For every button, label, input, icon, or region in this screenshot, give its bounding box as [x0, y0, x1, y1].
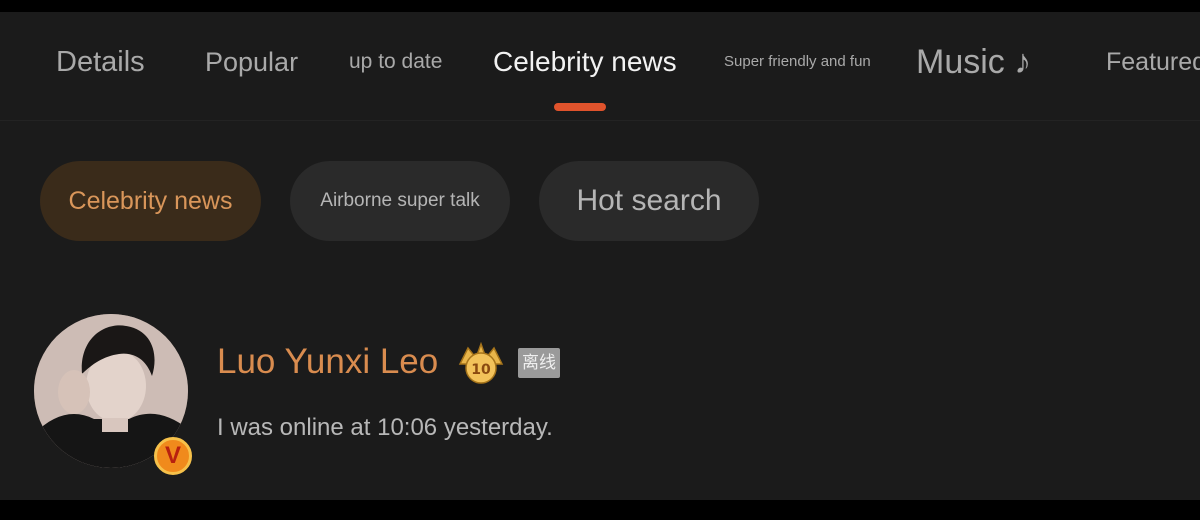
- verified-v-icon: V: [154, 437, 192, 475]
- top-tab-bar: Details Popular up to date Celebrity new…: [0, 12, 1200, 121]
- chip-label: Hot search: [576, 184, 722, 217]
- chip-celebrity-news[interactable]: Celebrity news: [40, 161, 261, 241]
- chip-label: Celebrity news: [68, 186, 233, 215]
- last-online-text: I was online at 10:06 yesterday.: [217, 414, 553, 441]
- tab-featured[interactable]: Featured: [1106, 42, 1200, 82]
- chip-airborne-super-talk[interactable]: Airborne super talk: [290, 161, 510, 241]
- app-frame: Details Popular up to date Celebrity new…: [0, 12, 1200, 500]
- active-tab-indicator: [554, 103, 606, 111]
- rank-badge-number: 10: [471, 362, 491, 378]
- user-name[interactable]: Luo Yunxi Leo: [217, 342, 438, 382]
- crown-rank-badge-icon: 10: [454, 341, 508, 386]
- tab-music[interactable]: Music ♪: [916, 42, 1031, 82]
- chip-hot-search[interactable]: Hot search: [539, 161, 759, 241]
- chip-label: Airborne super talk: [320, 190, 480, 211]
- tab-celebrity-news[interactable]: Celebrity news: [493, 42, 677, 82]
- tab-up-to-date[interactable]: up to date: [349, 42, 442, 82]
- offline-status-tag: 离线: [518, 348, 560, 378]
- tab-super-friendly-and-fun[interactable]: Super friendly and fun: [724, 42, 871, 82]
- tab-popular[interactable]: Popular: [205, 42, 298, 82]
- tab-details[interactable]: Details: [56, 42, 145, 82]
